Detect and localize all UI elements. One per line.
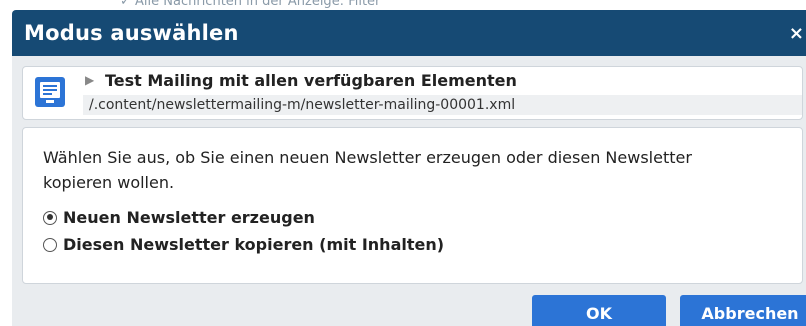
dialog-content-panel: Wählen Sie aus, ob Sie einen neuen Newsl…: [22, 127, 803, 284]
radio-create-new[interactable]: [43, 210, 57, 225]
ok-button[interactable]: OK: [532, 295, 666, 326]
option-create-new-label: Neuen Newsletter erzeugen: [63, 208, 315, 227]
mode-select-dialog: Modus auswählen × ▶ Test Mailing mit all…: [12, 10, 806, 326]
cancel-button[interactable]: Abbrechen: [680, 295, 806, 326]
option-create-new[interactable]: Neuen Newsletter erzeugen: [43, 208, 315, 227]
close-icon[interactable]: ×: [789, 23, 804, 44]
resource-title: Test Mailing mit allen verfügbaren Eleme…: [105, 71, 517, 90]
resource-info-box: ▶ Test Mailing mit allen verfügbaren Ele…: [22, 66, 803, 120]
expand-arrow-icon[interactable]: ▶: [85, 73, 94, 87]
dialog-titlebar: Modus auswählen ×: [12, 10, 806, 56]
background-text: ✓ Alle Nachrichten in der Anzeige: Filte…: [120, 0, 381, 9]
radio-copy[interactable]: [43, 237, 57, 252]
option-copy[interactable]: Diesen Newsletter kopieren (mit Inhalten…: [43, 235, 444, 254]
resource-path: /.content/newslettermailing-m/newsletter…: [89, 97, 516, 113]
dialog-title: Modus auswählen: [24, 21, 239, 45]
newsletter-document-icon: [35, 77, 65, 107]
option-copy-label: Diesen Newsletter kopieren (mit Inhalten…: [63, 235, 445, 254]
description-text: Wählen Sie aus, ob Sie einen neuen Newsl…: [43, 148, 692, 192]
